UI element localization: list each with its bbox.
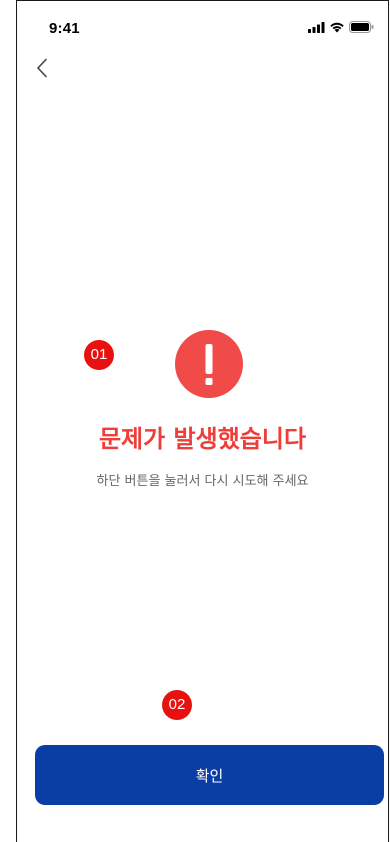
status-bar: 9:41: [17, 1, 388, 45]
annotation-marker-01: 01: [84, 340, 114, 370]
back-button[interactable]: [31, 55, 53, 81]
status-icons: [308, 21, 374, 33]
battery-icon: [349, 21, 374, 33]
exclamation-icon: [175, 330, 243, 398]
error-title: 문제가 발생했습니다: [98, 425, 307, 453]
status-time: 9:41: [49, 20, 80, 37]
signal-icon: [308, 21, 325, 33]
error-description: 하단 버튼을 눌러서 다시 시도해 주세요: [96, 474, 309, 489]
confirm-button[interactable]: 확인: [35, 745, 384, 805]
wifi-icon: [330, 22, 344, 33]
chevron-left-icon: [37, 58, 47, 78]
annotation-marker-02: 02: [162, 690, 192, 720]
screen-frame: 9:41 01 문제가 발생했습니다 하단 버튼을 눌러서 다시 시도해 주세요…: [16, 0, 389, 842]
